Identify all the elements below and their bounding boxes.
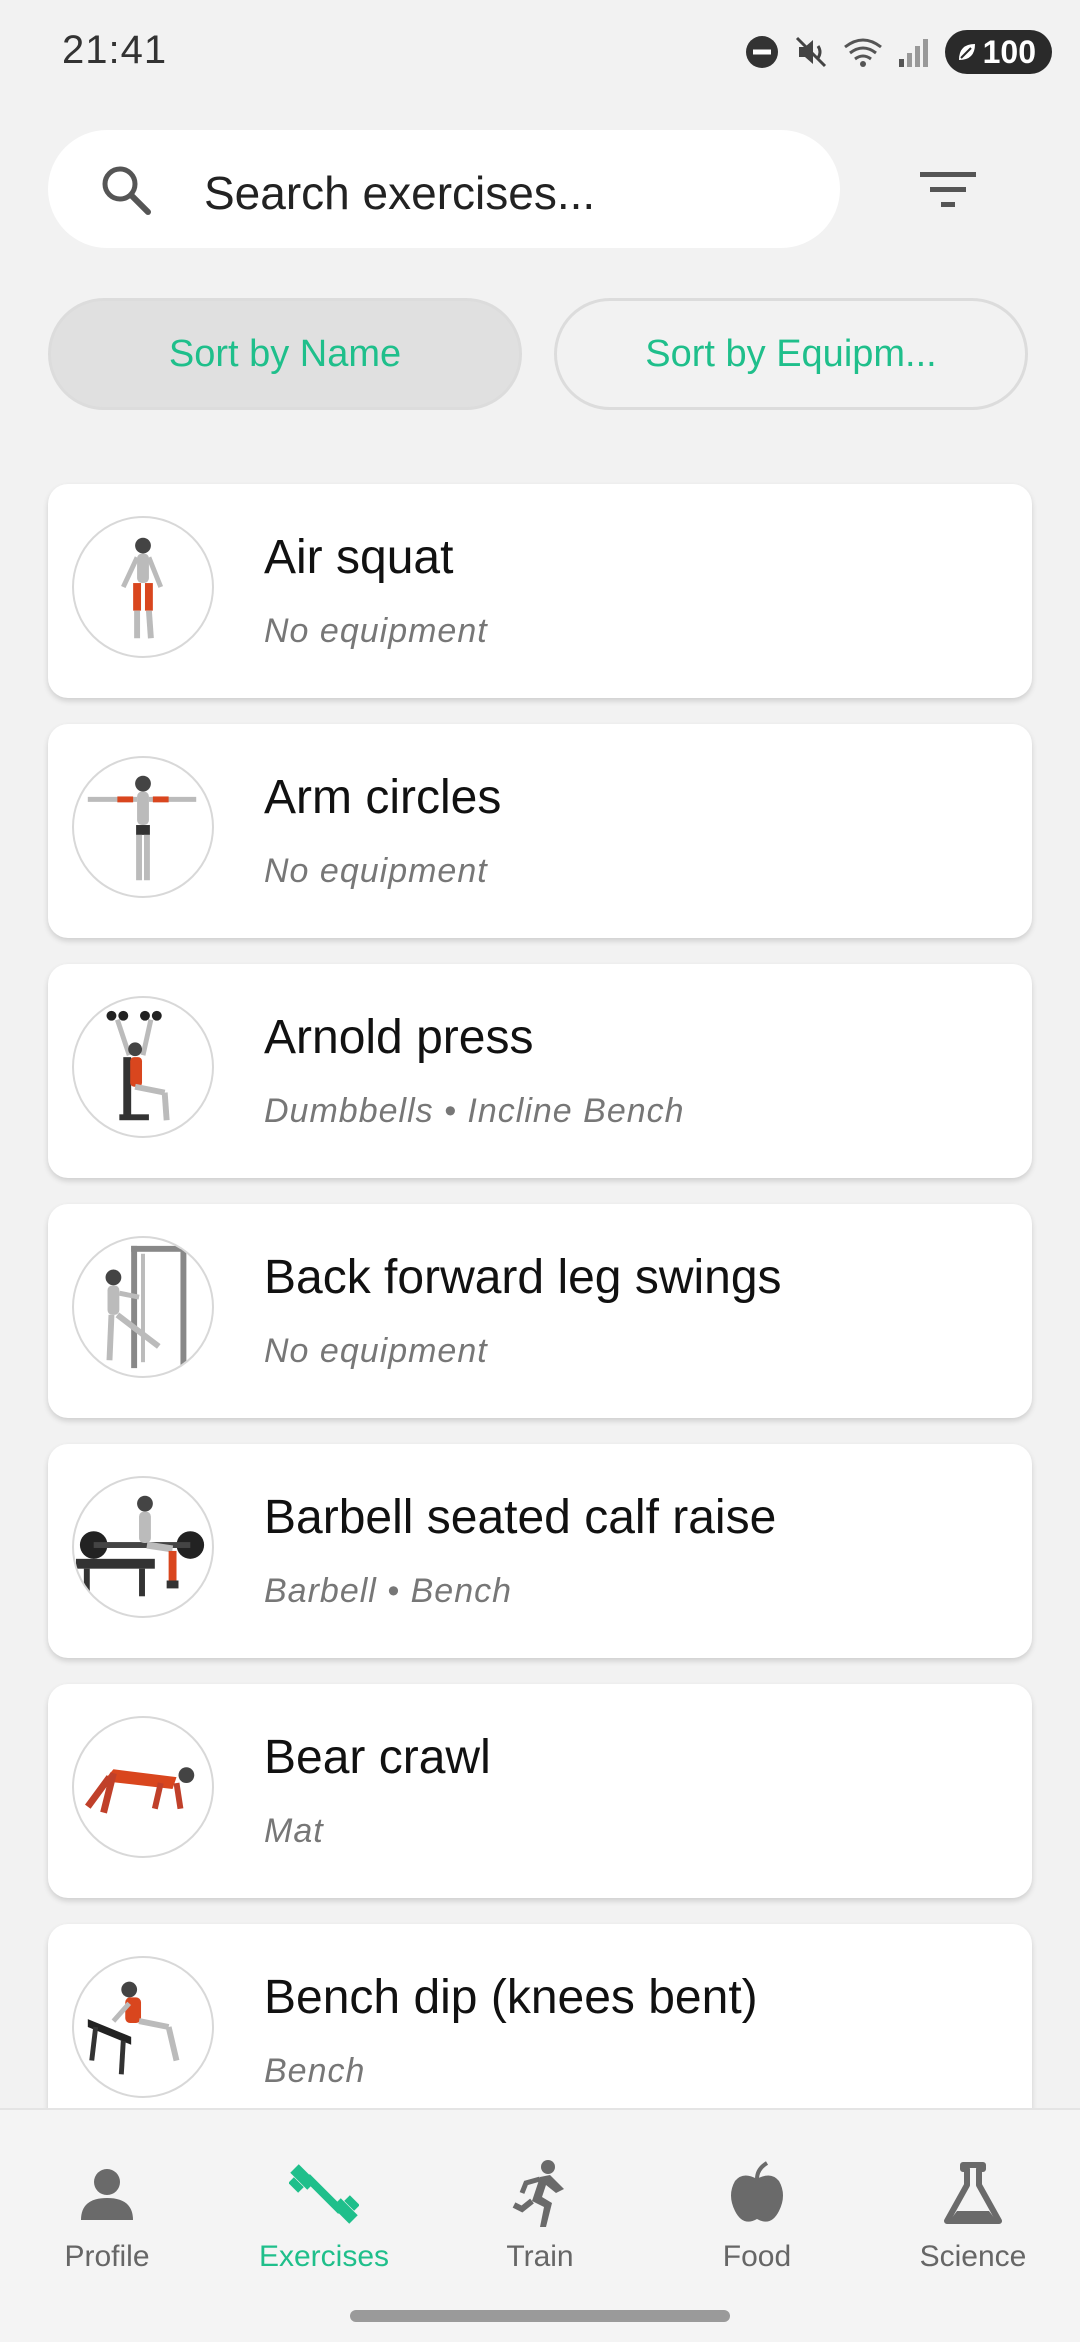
search-icon	[102, 166, 151, 215]
nav-item-science[interactable]: Science	[888, 2156, 1058, 2274]
battery-indicator: 100	[944, 30, 1052, 74]
do-not-disturb-icon	[745, 36, 778, 68]
exercise-card[interactable]: Bear crawl Mat	[48, 1684, 1032, 1898]
battery-saver-leaf-icon	[958, 44, 975, 60]
exercise-equipment: No equipment	[264, 852, 488, 890]
exercise-name: Back forward leg swings	[264, 1251, 782, 1304]
search-placeholder: Search exercises...	[204, 167, 596, 219]
exercise-name: Arnold press	[264, 1011, 534, 1064]
nav-item-profile[interactable]: Profile	[22, 2156, 192, 2274]
nav-label: Train	[506, 2240, 574, 2273]
exercise-equipment: Mat	[264, 1812, 324, 1850]
sort-by-name-button[interactable]: Sort by Name	[48, 298, 522, 410]
sort-by-equipment-button[interactable]: Sort by Equipm...	[554, 298, 1028, 410]
nav-label: Profile	[64, 2240, 150, 2273]
nav-item-food[interactable]: Food	[672, 2156, 842, 2274]
exercise-name: Air squat	[264, 531, 454, 584]
exercise-card[interactable]: Barbell seated calf raise Barbell • Benc…	[48, 1444, 1032, 1658]
air-squat-figure-icon	[72, 516, 214, 658]
exercise-card[interactable]: Arm circles No equipment	[48, 724, 1032, 938]
exercise-equipment: Bench	[264, 2052, 366, 2090]
status-bar: 21:41 100	[0, 0, 1080, 100]
nav-label: Science	[919, 2240, 1027, 2273]
nav-label: Exercises	[258, 2240, 390, 2273]
exercise-card[interactable]: Back forward leg swings No equipment	[48, 1204, 1032, 1418]
exercise-equipment: No equipment	[264, 1332, 488, 1370]
flask-icon	[944, 2162, 1002, 2224]
arm-circles-figure-icon	[72, 756, 214, 898]
filter-button[interactable]	[898, 150, 998, 230]
dumbbell-icon	[289, 2164, 359, 2224]
calf-raise-figure-icon	[72, 1476, 214, 1618]
leg-swings-figure-icon	[72, 1236, 214, 1378]
status-icons: 100	[745, 30, 1052, 74]
bottom-navigation: Profile Exercises Train Food Science	[0, 2108, 1080, 2342]
exercise-name: Barbell seated calf raise	[264, 1491, 777, 1544]
exercise-equipment: Dumbbells • Incline Bench	[264, 1092, 685, 1130]
mute-icon	[795, 36, 826, 68]
wifi-icon	[843, 38, 882, 67]
running-icon	[512, 2160, 564, 2227]
exercise-name: Arm circles	[264, 771, 502, 824]
bench-dip-figure-icon	[72, 1956, 214, 2098]
exercise-card[interactable]: Arnold press Dumbbells • Incline Bench	[48, 964, 1032, 1178]
nav-item-train[interactable]: Train	[455, 2156, 625, 2274]
battery-level: 100	[982, 33, 1036, 70]
home-indicator[interactable]	[350, 2310, 730, 2322]
bear-crawl-figure-icon	[72, 1716, 214, 1858]
exercise-name: Bear crawl	[264, 1731, 491, 1784]
exercise-card[interactable]: Bench dip (knees bent) Bench	[48, 1924, 1032, 2138]
status-time: 21:41	[62, 28, 168, 72]
nav-label: Food	[722, 2240, 792, 2273]
person-icon	[81, 2169, 133, 2220]
signal-icon	[898, 39, 928, 67]
search-input[interactable]: Search exercises...	[48, 130, 840, 248]
filter-icon	[920, 172, 976, 207]
nav-item-exercises[interactable]: Exercises	[239, 2156, 409, 2274]
arnold-press-figure-icon	[72, 996, 214, 1138]
exercise-name: Bench dip (knees bent)	[264, 1971, 758, 2024]
apple-icon	[731, 2161, 783, 2222]
exercise-equipment: Barbell • Bench	[264, 1572, 513, 1610]
exercise-equipment: No equipment	[264, 612, 488, 650]
exercise-card[interactable]: Air squat No equipment	[48, 484, 1032, 698]
